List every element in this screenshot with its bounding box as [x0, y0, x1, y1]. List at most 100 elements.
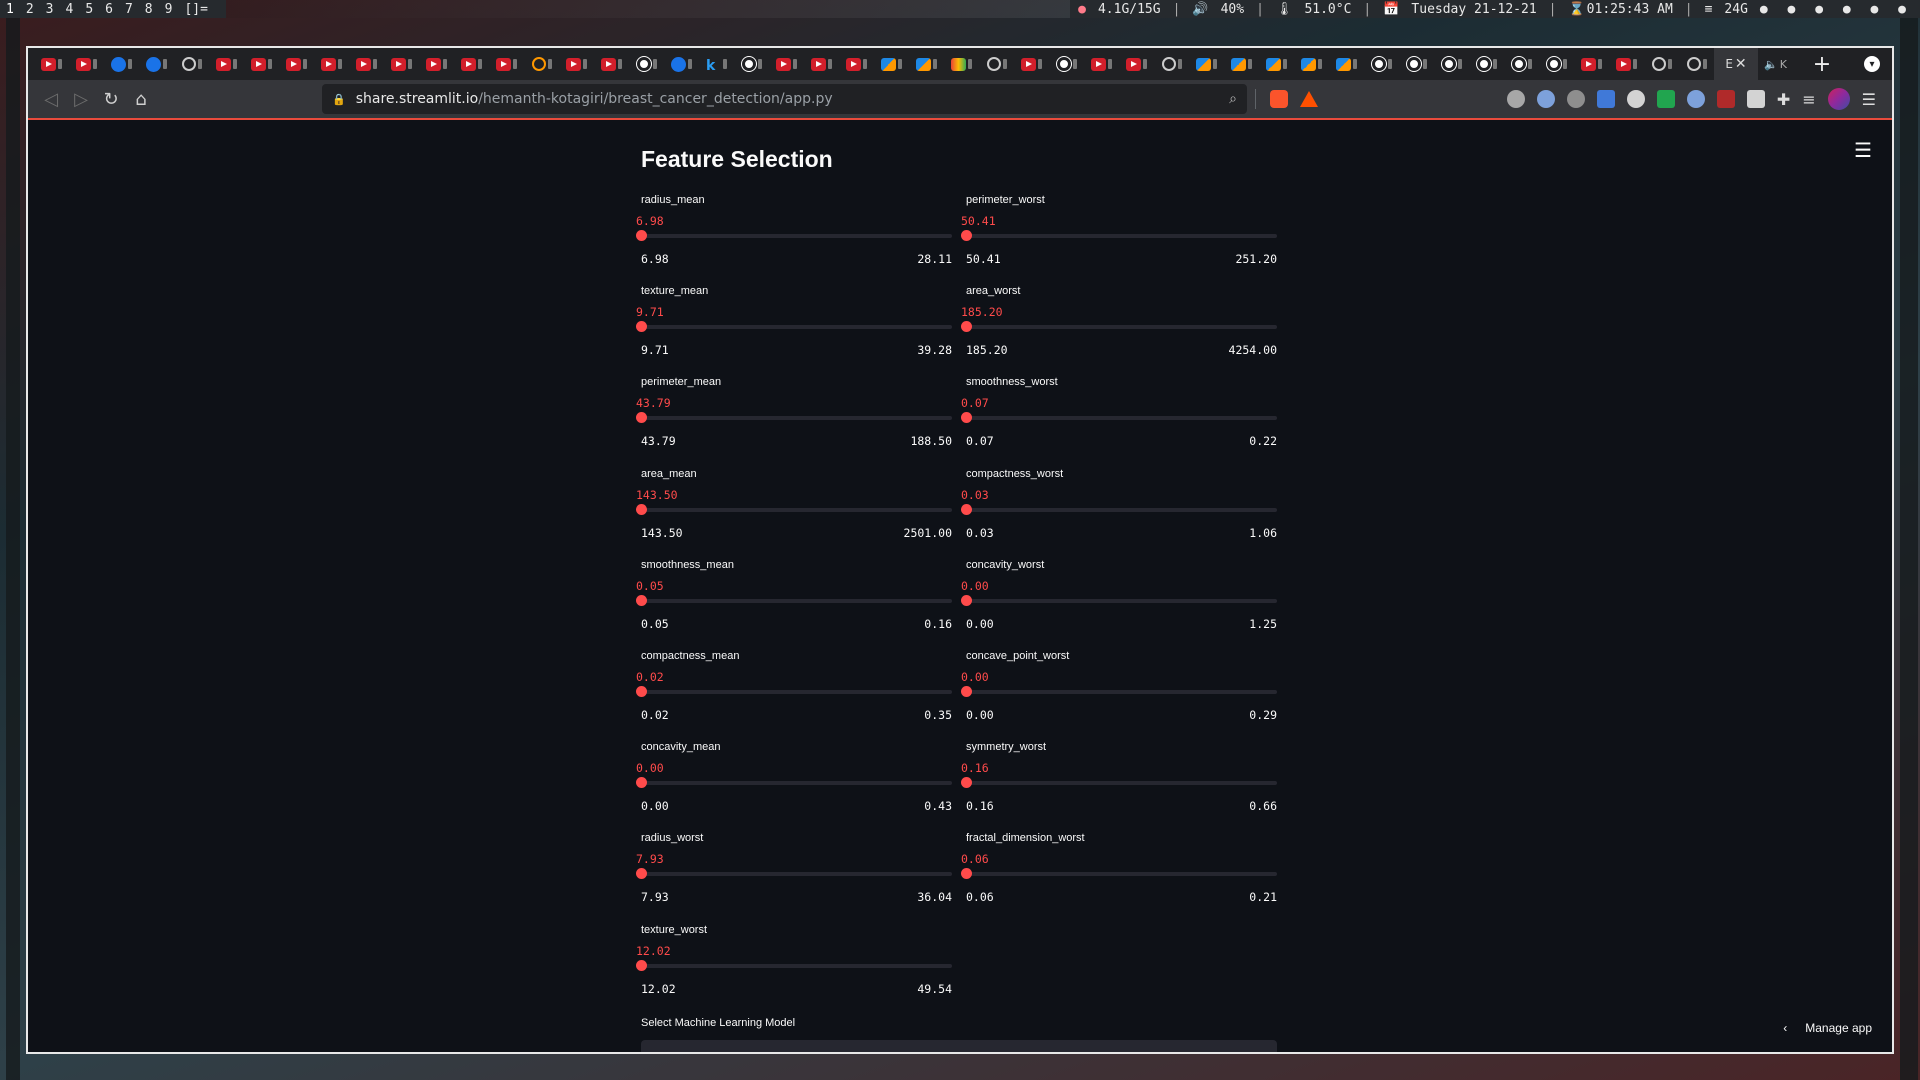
browser-tab[interactable] [1644, 48, 1679, 80]
brave-shields-icon[interactable] [1270, 90, 1288, 108]
slider-track[interactable] [636, 868, 952, 880]
extension-red-icon[interactable] [1716, 90, 1735, 108]
browser-tab[interactable] [629, 48, 664, 80]
browser-tab[interactable]: k [699, 48, 734, 80]
extensions-puzzle-icon[interactable]: ✚ [1777, 90, 1790, 109]
slider-thumb[interactable] [636, 321, 647, 333]
workspace-6[interactable]: 6 [105, 2, 113, 17]
browser-menu-icon[interactable]: ☰ [1862, 90, 1876, 109]
browser-tab[interactable] [1294, 48, 1329, 80]
slider-thumb[interactable] [961, 321, 972, 333]
browser-tab[interactable] [524, 48, 559, 80]
browser-tab[interactable] [734, 48, 769, 80]
active-tab[interactable]: E ✕ [1714, 48, 1758, 80]
browser-tab[interactable] [559, 48, 594, 80]
browser-tab[interactable] [314, 48, 349, 80]
slider-thumb[interactable] [636, 959, 647, 971]
browser-tab[interactable] [1154, 48, 1189, 80]
slider-thumb[interactable] [961, 868, 972, 880]
browser-tab[interactable] [1469, 48, 1504, 80]
browser-tab[interactable] [419, 48, 454, 80]
browser-tab[interactable] [1329, 48, 1364, 80]
browser-tab[interactable] [979, 48, 1014, 80]
browser-tab[interactable] [489, 48, 524, 80]
slider-thumb[interactable] [636, 594, 647, 606]
tray-icons[interactable]: ● ● ● ● ● ● [1760, 2, 1912, 17]
slider-thumb[interactable] [961, 594, 972, 606]
extension-glasses-icon[interactable] [1506, 90, 1525, 108]
browser-tab[interactable] [1399, 48, 1434, 80]
slider-thumb[interactable] [961, 412, 972, 424]
slider-thumb[interactable] [961, 777, 972, 789]
slider-track[interactable] [961, 868, 1277, 880]
reading-list-icon[interactable]: ≡ [1802, 90, 1815, 109]
workspace-5[interactable]: 5 [85, 2, 93, 17]
slider-thumb[interactable] [636, 230, 647, 241]
browser-tab[interactable] [664, 48, 699, 80]
close-tab-icon[interactable]: ✕ [1735, 56, 1747, 72]
browser-tab[interactable] [69, 48, 104, 80]
profile-avatar[interactable] [1827, 88, 1850, 110]
slider-track[interactable] [636, 686, 952, 697]
slider-thumb[interactable] [961, 230, 972, 241]
browser-tab[interactable] [874, 48, 909, 80]
workspace-7[interactable]: 7 [125, 2, 133, 17]
workspace-9[interactable]: 9 [165, 2, 173, 17]
browser-tab[interactable] [944, 48, 979, 80]
slider-track[interactable] [961, 777, 1277, 789]
slider-track[interactable] [636, 230, 952, 241]
brave-rewards-icon[interactable] [1300, 91, 1318, 107]
slider-track[interactable] [636, 777, 952, 789]
browser-tab[interactable] [1574, 48, 1609, 80]
browser-tab[interactable] [1434, 48, 1469, 80]
browser-tab[interactable] [769, 48, 804, 80]
workspace-1[interactable]: 1 [6, 2, 14, 17]
browser-tab[interactable] [454, 48, 489, 80]
browser-tab[interactable] [1539, 48, 1574, 80]
workspace-8[interactable]: 8 [145, 2, 153, 17]
slider-track[interactable] [636, 959, 952, 971]
browser-tab[interactable] [279, 48, 314, 80]
browser-tab[interactable] [1119, 48, 1154, 80]
browser-tab[interactable] [384, 48, 419, 80]
slider-track[interactable] [961, 594, 1277, 606]
extension-puzzle-blue-icon[interactable] [1596, 90, 1615, 108]
browser-tab[interactable] [244, 48, 279, 80]
slider-track[interactable] [961, 321, 1277, 333]
extension-notion-icon[interactable] [1746, 90, 1765, 108]
workspace-2[interactable]: 2 [26, 2, 34, 17]
slider-track[interactable] [961, 230, 1277, 241]
extension-circle-icon[interactable] [1626, 90, 1645, 108]
slider-thumb[interactable] [636, 777, 647, 789]
browser-tab[interactable] [1259, 48, 1294, 80]
browser-tab[interactable] [34, 48, 69, 80]
slider-thumb[interactable] [636, 412, 647, 424]
slider-thumb[interactable] [636, 503, 647, 515]
slider-thumb[interactable] [961, 686, 972, 697]
extension-flag-icon[interactable] [1656, 90, 1675, 108]
browser-tab[interactable] [839, 48, 874, 80]
extension-feather-icon[interactable] [1536, 90, 1555, 108]
slider-track[interactable] [961, 412, 1277, 424]
slider-thumb[interactable] [636, 686, 647, 697]
extension-search-icon[interactable] [1686, 90, 1705, 108]
slider-track[interactable] [636, 594, 952, 606]
slider-thumb[interactable] [636, 868, 647, 880]
manage-app-button[interactable]: ‹ Manage app [1783, 1014, 1872, 1042]
browser-tab[interactable] [909, 48, 944, 80]
layout-indicator[interactable]: []= [184, 2, 207, 17]
address-bar[interactable]: 🔒 share.streamlit.io/hemanth-kotagiri/br… [322, 84, 1247, 114]
browser-tab[interactable] [1049, 48, 1084, 80]
browser-tab[interactable] [1084, 48, 1119, 80]
browser-tab[interactable] [139, 48, 174, 80]
reload-icon[interactable]: ↻ [96, 84, 126, 114]
muted-tab[interactable]: 🔈 K [1758, 48, 1793, 80]
back-arrow-icon[interactable]: ◁ [36, 84, 66, 114]
home-icon[interactable]: ⌂ [126, 84, 156, 114]
hamburger-menu-icon[interactable]: ☰ [1854, 138, 1872, 162]
slider-thumb[interactable] [961, 503, 972, 515]
model-select-dropdown[interactable] [641, 1040, 1277, 1052]
slider-track[interactable] [961, 686, 1277, 697]
browser-tab[interactable] [1014, 48, 1049, 80]
browser-tab[interactable] [104, 48, 139, 80]
